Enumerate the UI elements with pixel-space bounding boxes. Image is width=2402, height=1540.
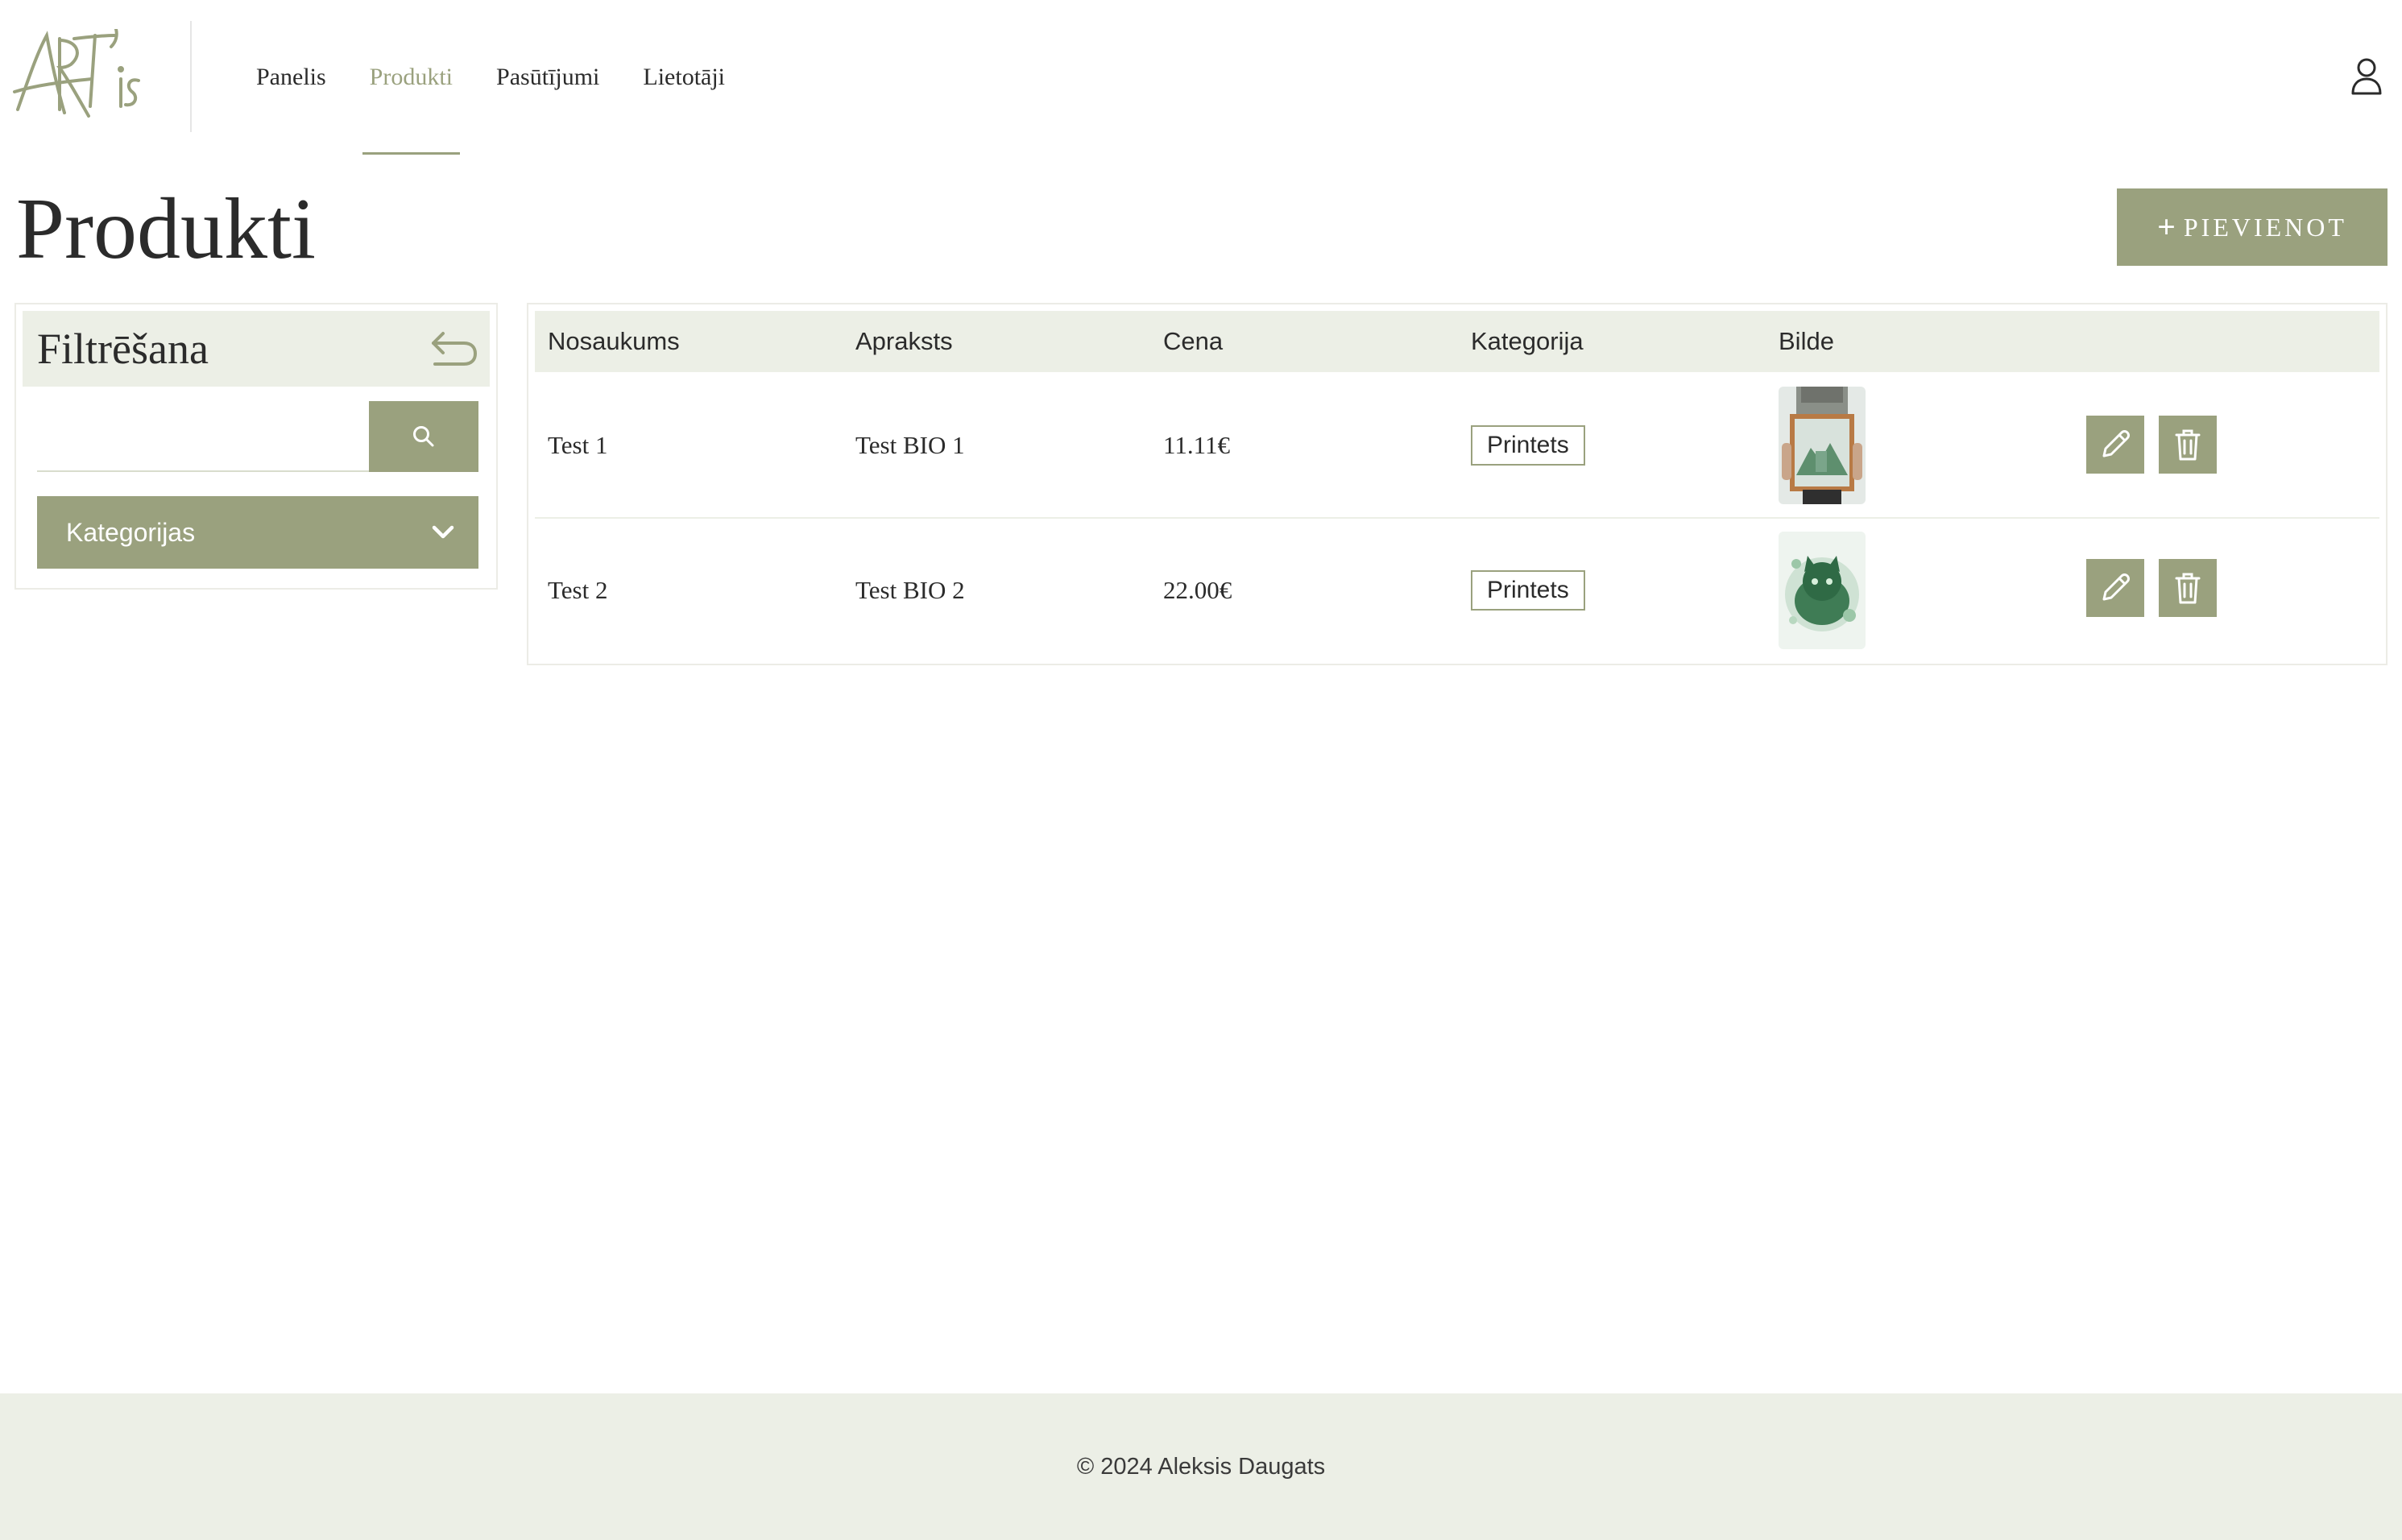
edit-button[interactable] <box>2086 416 2144 474</box>
search-button[interactable] <box>369 401 478 472</box>
cell-price: 22.00€ <box>1163 576 1232 604</box>
column-header-image[interactable]: Bilde <box>1779 311 1834 372</box>
filter-title: Filtrēšana <box>37 325 209 373</box>
user-icon[interactable] <box>2350 58 2383 95</box>
column-header-name[interactable]: Nosaukums <box>548 311 680 372</box>
delete-button[interactable] <box>2159 559 2217 617</box>
trash-icon <box>2175 573 2201 604</box>
nav-item-pasutijumi[interactable]: Pasūtījumi <box>474 0 621 155</box>
column-header-description[interactable]: Apraksts <box>855 311 953 372</box>
nav-item-lietotaji[interactable]: Lietotāji <box>621 0 747 155</box>
cell-price: 11.11€ <box>1163 431 1230 459</box>
products-table: Nosaukums Apraksts Cena Kategorija Bilde… <box>527 303 2388 665</box>
undo-arrow-icon[interactable] <box>429 329 478 369</box>
cell-category: Printets <box>1471 374 1585 517</box>
pencil-icon <box>2102 573 2130 601</box>
nav-item-produkti[interactable]: Produkti <box>348 0 474 155</box>
filter-header: Filtrēšana <box>23 311 490 387</box>
page: Panelis Produkti Pasūtījumi Lietotāji Pr… <box>0 0 2402 1540</box>
category-badge: Printets <box>1471 425 1585 466</box>
search-icon <box>413 426 434 447</box>
edit-button[interactable] <box>2086 559 2144 617</box>
nav-item-panelis[interactable]: Panelis <box>256 0 348 155</box>
main-nav: Panelis Produkti Pasūtījumi Lietotāji <box>256 0 747 155</box>
cell-description: Test BIO 2 <box>855 576 965 604</box>
category-dropdown[interactable]: Kategorijas <box>37 496 478 569</box>
page-title: Produkti <box>16 181 317 277</box>
table-row: Test 1 Test BIO 1 11.11€ Printets <box>535 374 2379 517</box>
plus-icon: + <box>2157 209 2179 245</box>
cell-image <box>1779 374 1866 517</box>
table-row: Test 2 Test BIO 2 22.00€ Printets <box>535 517 2379 660</box>
top-navbar: Panelis Produkti Pasūtījumi Lietotāji <box>0 0 2402 155</box>
add-button-label: PIEVIENOT <box>2183 212 2347 242</box>
product-thumbnail[interactable] <box>1779 532 1866 649</box>
column-header-category[interactable]: Kategorija <box>1471 311 1584 372</box>
cell-image <box>1779 519 1866 662</box>
brand-logo[interactable] <box>11 27 140 124</box>
brand-logo-mark <box>13 27 140 118</box>
category-dropdown-label: Kategorijas <box>66 517 196 547</box>
filter-panel: Filtrēšana Kategorijas <box>14 303 498 590</box>
cell-name: Test 2 <box>548 576 608 604</box>
cell-actions <box>2086 374 2247 517</box>
delete-button[interactable] <box>2159 416 2217 474</box>
add-product-button[interactable]: + PIEVIENOT <box>2117 188 2388 266</box>
column-header-price[interactable]: Cena <box>1163 311 1223 372</box>
cell-name: Test 1 <box>548 431 608 459</box>
cell-category: Printets <box>1471 519 1585 662</box>
category-badge: Printets <box>1471 570 1585 611</box>
logo-divider <box>190 21 192 132</box>
footer: © 2024 Aleksis Daugats <box>0 1393 2402 1540</box>
product-thumbnail[interactable] <box>1779 387 1866 504</box>
footer-copyright: © 2024 Aleksis Daugats <box>1076 1453 1326 1480</box>
cell-actions <box>2086 519 2247 662</box>
pencil-icon <box>2102 430 2130 457</box>
table-header: Nosaukums Apraksts Cena Kategorija Bilde <box>535 311 2379 372</box>
cell-description: Test BIO 1 <box>855 431 965 459</box>
search-input[interactable] <box>37 401 382 472</box>
trash-icon <box>2175 429 2201 461</box>
chevron-down-icon <box>432 525 454 539</box>
